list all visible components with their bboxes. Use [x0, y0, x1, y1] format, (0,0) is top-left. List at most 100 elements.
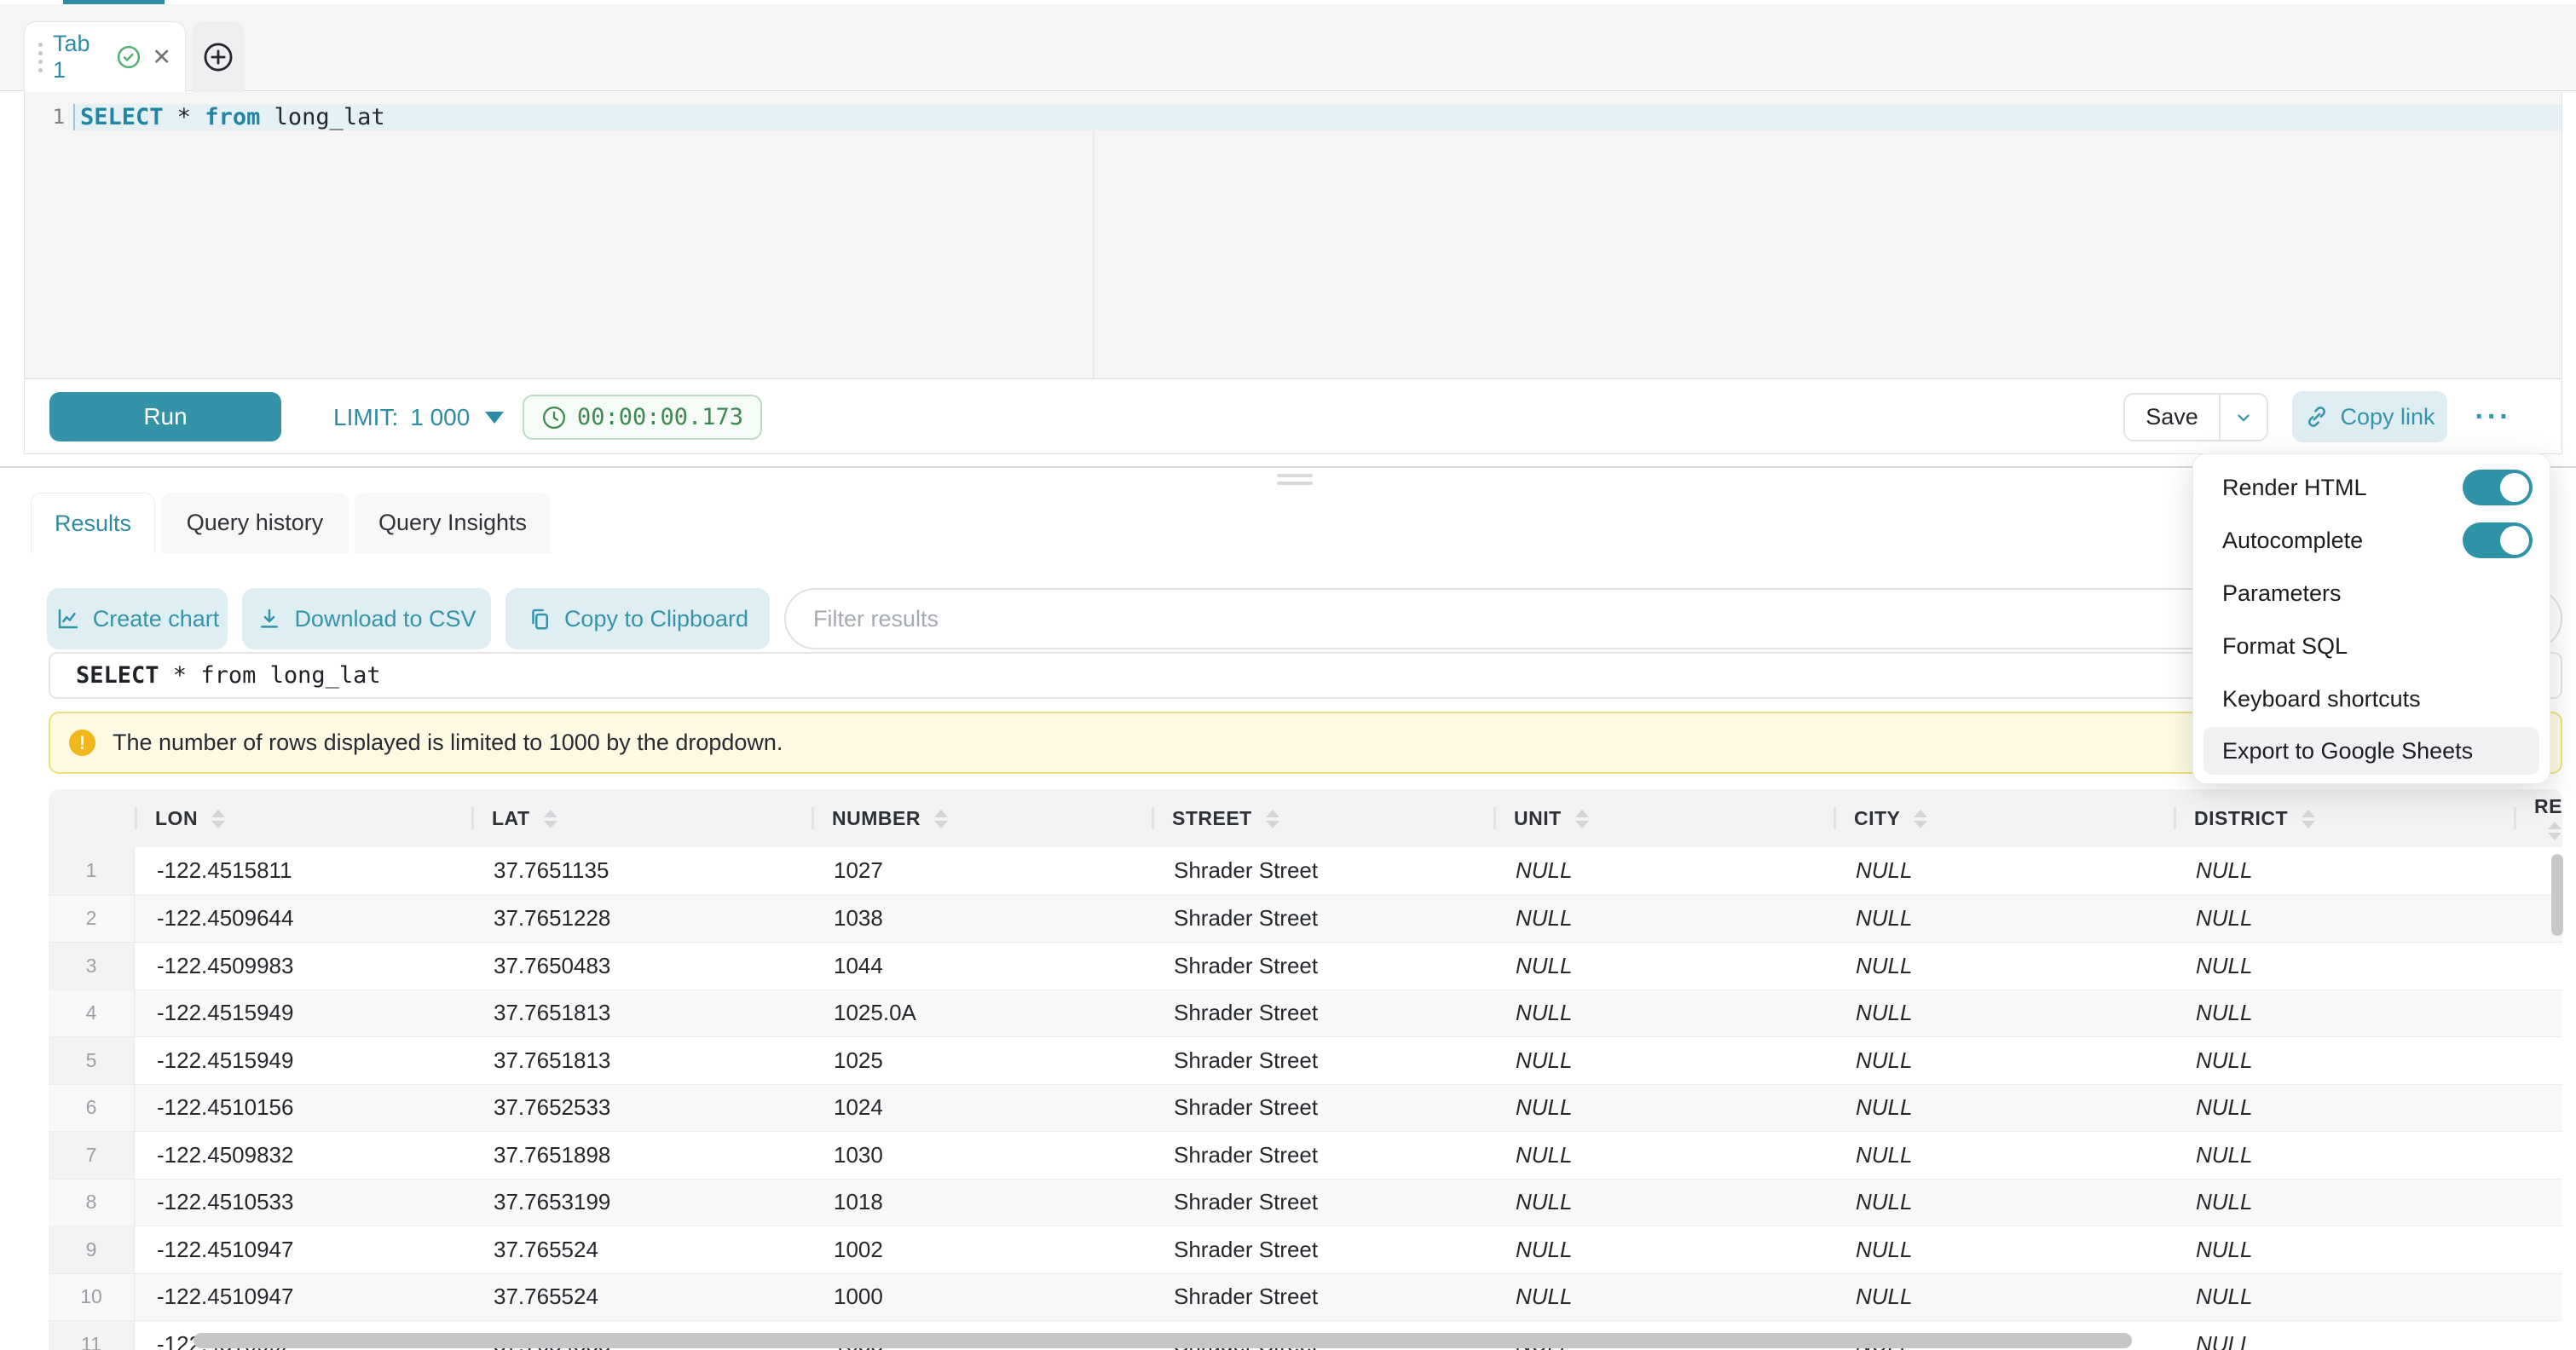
- column-label: UNIT: [1514, 807, 1562, 829]
- sort-icon[interactable]: [211, 810, 225, 828]
- column-label: LON: [155, 807, 198, 829]
- column-label: RE: [2534, 795, 2562, 817]
- table-cell: NULL: [1493, 895, 1834, 943]
- column-separator: [1493, 807, 1496, 829]
- menu-item-label: Format SQL: [2222, 633, 2348, 660]
- copy-link-button[interactable]: Copy link: [2292, 391, 2447, 442]
- table-cell: NULL: [2174, 1084, 2514, 1132]
- table-cell: [2514, 1036, 2562, 1084]
- row-number: 7: [49, 1131, 135, 1179]
- column-separator: [1834, 807, 1836, 829]
- table-cell: 1027: [811, 847, 1152, 895]
- table-cell: -122.4510156: [135, 1084, 471, 1132]
- download-icon: [257, 606, 282, 632]
- column-header-re[interactable]: RE: [2514, 789, 2562, 847]
- copy-clipboard-label: Copy to Clipboard: [564, 606, 748, 632]
- table-row: 6-122.451015637.76525331024Shrader Stree…: [49, 1084, 2562, 1132]
- sort-icon[interactable]: [2548, 822, 2562, 840]
- close-tab-icon[interactable]: ✕: [152, 46, 171, 69]
- vertical-scrollbar[interactable]: [2551, 854, 2563, 936]
- row-number-header: [49, 789, 135, 847]
- autocomplete-toggle[interactable]: [2463, 522, 2533, 558]
- table-cell: NULL: [1834, 1226, 2174, 1273]
- tab-results[interactable]: Results: [31, 493, 155, 553]
- table-cell: NULL: [1493, 1226, 1834, 1273]
- sql-editor[interactable]: 1 SELECT * from long_lat: [24, 92, 2562, 379]
- save-options-button[interactable]: [2219, 395, 2267, 440]
- sort-icon[interactable]: [1266, 810, 1279, 828]
- table-row: 4-122.451594937.76518131025.0AShrader St…: [49, 989, 2562, 1037]
- more-options-button[interactable]: ···: [2473, 395, 2514, 438]
- table-cell: NULL: [1834, 1131, 2174, 1179]
- new-tab-button[interactable]: [193, 21, 244, 92]
- copy-clipboard-button[interactable]: Copy to Clipboard: [505, 588, 770, 649]
- menu-item-parameters[interactable]: Parameters: [2193, 567, 2550, 620]
- row-number: 11: [49, 1320, 135, 1350]
- drag-grip-icon[interactable]: [38, 43, 43, 72]
- save-button[interactable]: Save: [2125, 395, 2219, 440]
- row-number: 5: [49, 1036, 135, 1084]
- create-chart-button[interactable]: Create chart: [47, 588, 228, 649]
- menu-item-render-html[interactable]: Render HTML: [2193, 461, 2550, 514]
- row-number: 9: [49, 1226, 135, 1273]
- sql-operator: *: [164, 104, 205, 130]
- elapsed-time-badge: 00:00:00.173: [523, 395, 762, 440]
- sort-icon[interactable]: [934, 810, 948, 828]
- tab-label: Tab 1: [53, 31, 106, 84]
- table-cell: 37.765524: [471, 1226, 811, 1273]
- table-cell: NULL: [1834, 895, 2174, 943]
- table-cell: 37.7652533: [471, 1084, 811, 1132]
- editor-pane-divider: [1093, 130, 1095, 378]
- download-csv-button[interactable]: Download to CSV: [242, 588, 491, 649]
- resize-handle[interactable]: [1277, 474, 1313, 489]
- table-cell: [2514, 989, 2562, 1037]
- options-menu: Render HTML Autocomplete Parameters Form…: [2192, 453, 2550, 784]
- sql-table-name: long_lat: [260, 104, 384, 130]
- table-cell: [2514, 1084, 2562, 1132]
- sort-icon[interactable]: [1575, 810, 1589, 828]
- column-header-unit[interactable]: UNIT: [1493, 789, 1834, 847]
- column-header-number[interactable]: NUMBER: [811, 789, 1152, 847]
- tab-query-insights[interactable]: Query Insights: [355, 493, 551, 553]
- sort-icon[interactable]: [2302, 810, 2315, 828]
- chart-icon: [55, 606, 81, 632]
- column-header-district[interactable]: DISTRICT: [2174, 789, 2514, 847]
- table-cell: [2514, 1226, 2562, 1273]
- column-separator: [2174, 807, 2176, 829]
- run-button[interactable]: Run: [49, 392, 281, 441]
- editor-active-line[interactable]: SELECT * from long_lat: [73, 104, 2562, 130]
- results-table-body: 1-122.451581137.76511351027Shrader Stree…: [49, 847, 2562, 1350]
- table-cell: NULL: [1834, 1273, 2174, 1321]
- table-cell: Shrader Street: [1152, 1226, 1493, 1273]
- menu-item-export-google-sheets[interactable]: Export to Google Sheets: [2203, 727, 2539, 775]
- link-icon: [2304, 404, 2330, 430]
- limit-dropdown[interactable]: LIMIT: 1 000: [333, 380, 504, 454]
- menu-item-autocomplete[interactable]: Autocomplete: [2193, 514, 2550, 567]
- create-chart-label: Create chart: [93, 606, 220, 632]
- sort-icon[interactable]: [544, 810, 557, 828]
- column-header-city[interactable]: CITY: [1834, 789, 2174, 847]
- column-header-lat[interactable]: LAT: [471, 789, 811, 847]
- table-cell: -122.4515949: [135, 989, 471, 1037]
- render-html-toggle[interactable]: [2463, 470, 2533, 505]
- table-cell: 1002: [811, 1226, 1152, 1273]
- editor-tab[interactable]: Tab 1 ✕: [24, 21, 186, 92]
- row-number: 2: [49, 895, 135, 943]
- table-cell: -122.4509832: [135, 1131, 471, 1179]
- column-label: CITY: [1854, 807, 1900, 829]
- table-cell: Shrader Street: [1152, 895, 1493, 943]
- menu-item-format-sql[interactable]: Format SQL: [2193, 620, 2550, 672]
- table-cell: NULL: [1493, 942, 1834, 989]
- table-cell: 37.7651228: [471, 895, 811, 943]
- sort-icon[interactable]: [1914, 810, 1927, 828]
- menu-item-keyboard-shortcuts[interactable]: Keyboard shortcuts: [2193, 672, 2550, 725]
- column-header-street[interactable]: STREET: [1152, 789, 1493, 847]
- run-bar: Run LIMIT: 1 000 00:00:00.173 Save: [24, 380, 2562, 454]
- horizontal-scrollbar[interactable]: [193, 1333, 2132, 1348]
- check-circle-icon: [116, 44, 142, 70]
- clipboard-icon: [527, 606, 552, 632]
- table-cell: Shrader Street: [1152, 989, 1493, 1037]
- editor-line[interactable]: 1 SELECT * from long_lat: [25, 104, 2562, 130]
- tab-query-history[interactable]: Query history: [161, 493, 349, 553]
- column-header-lon[interactable]: LON: [135, 789, 471, 847]
